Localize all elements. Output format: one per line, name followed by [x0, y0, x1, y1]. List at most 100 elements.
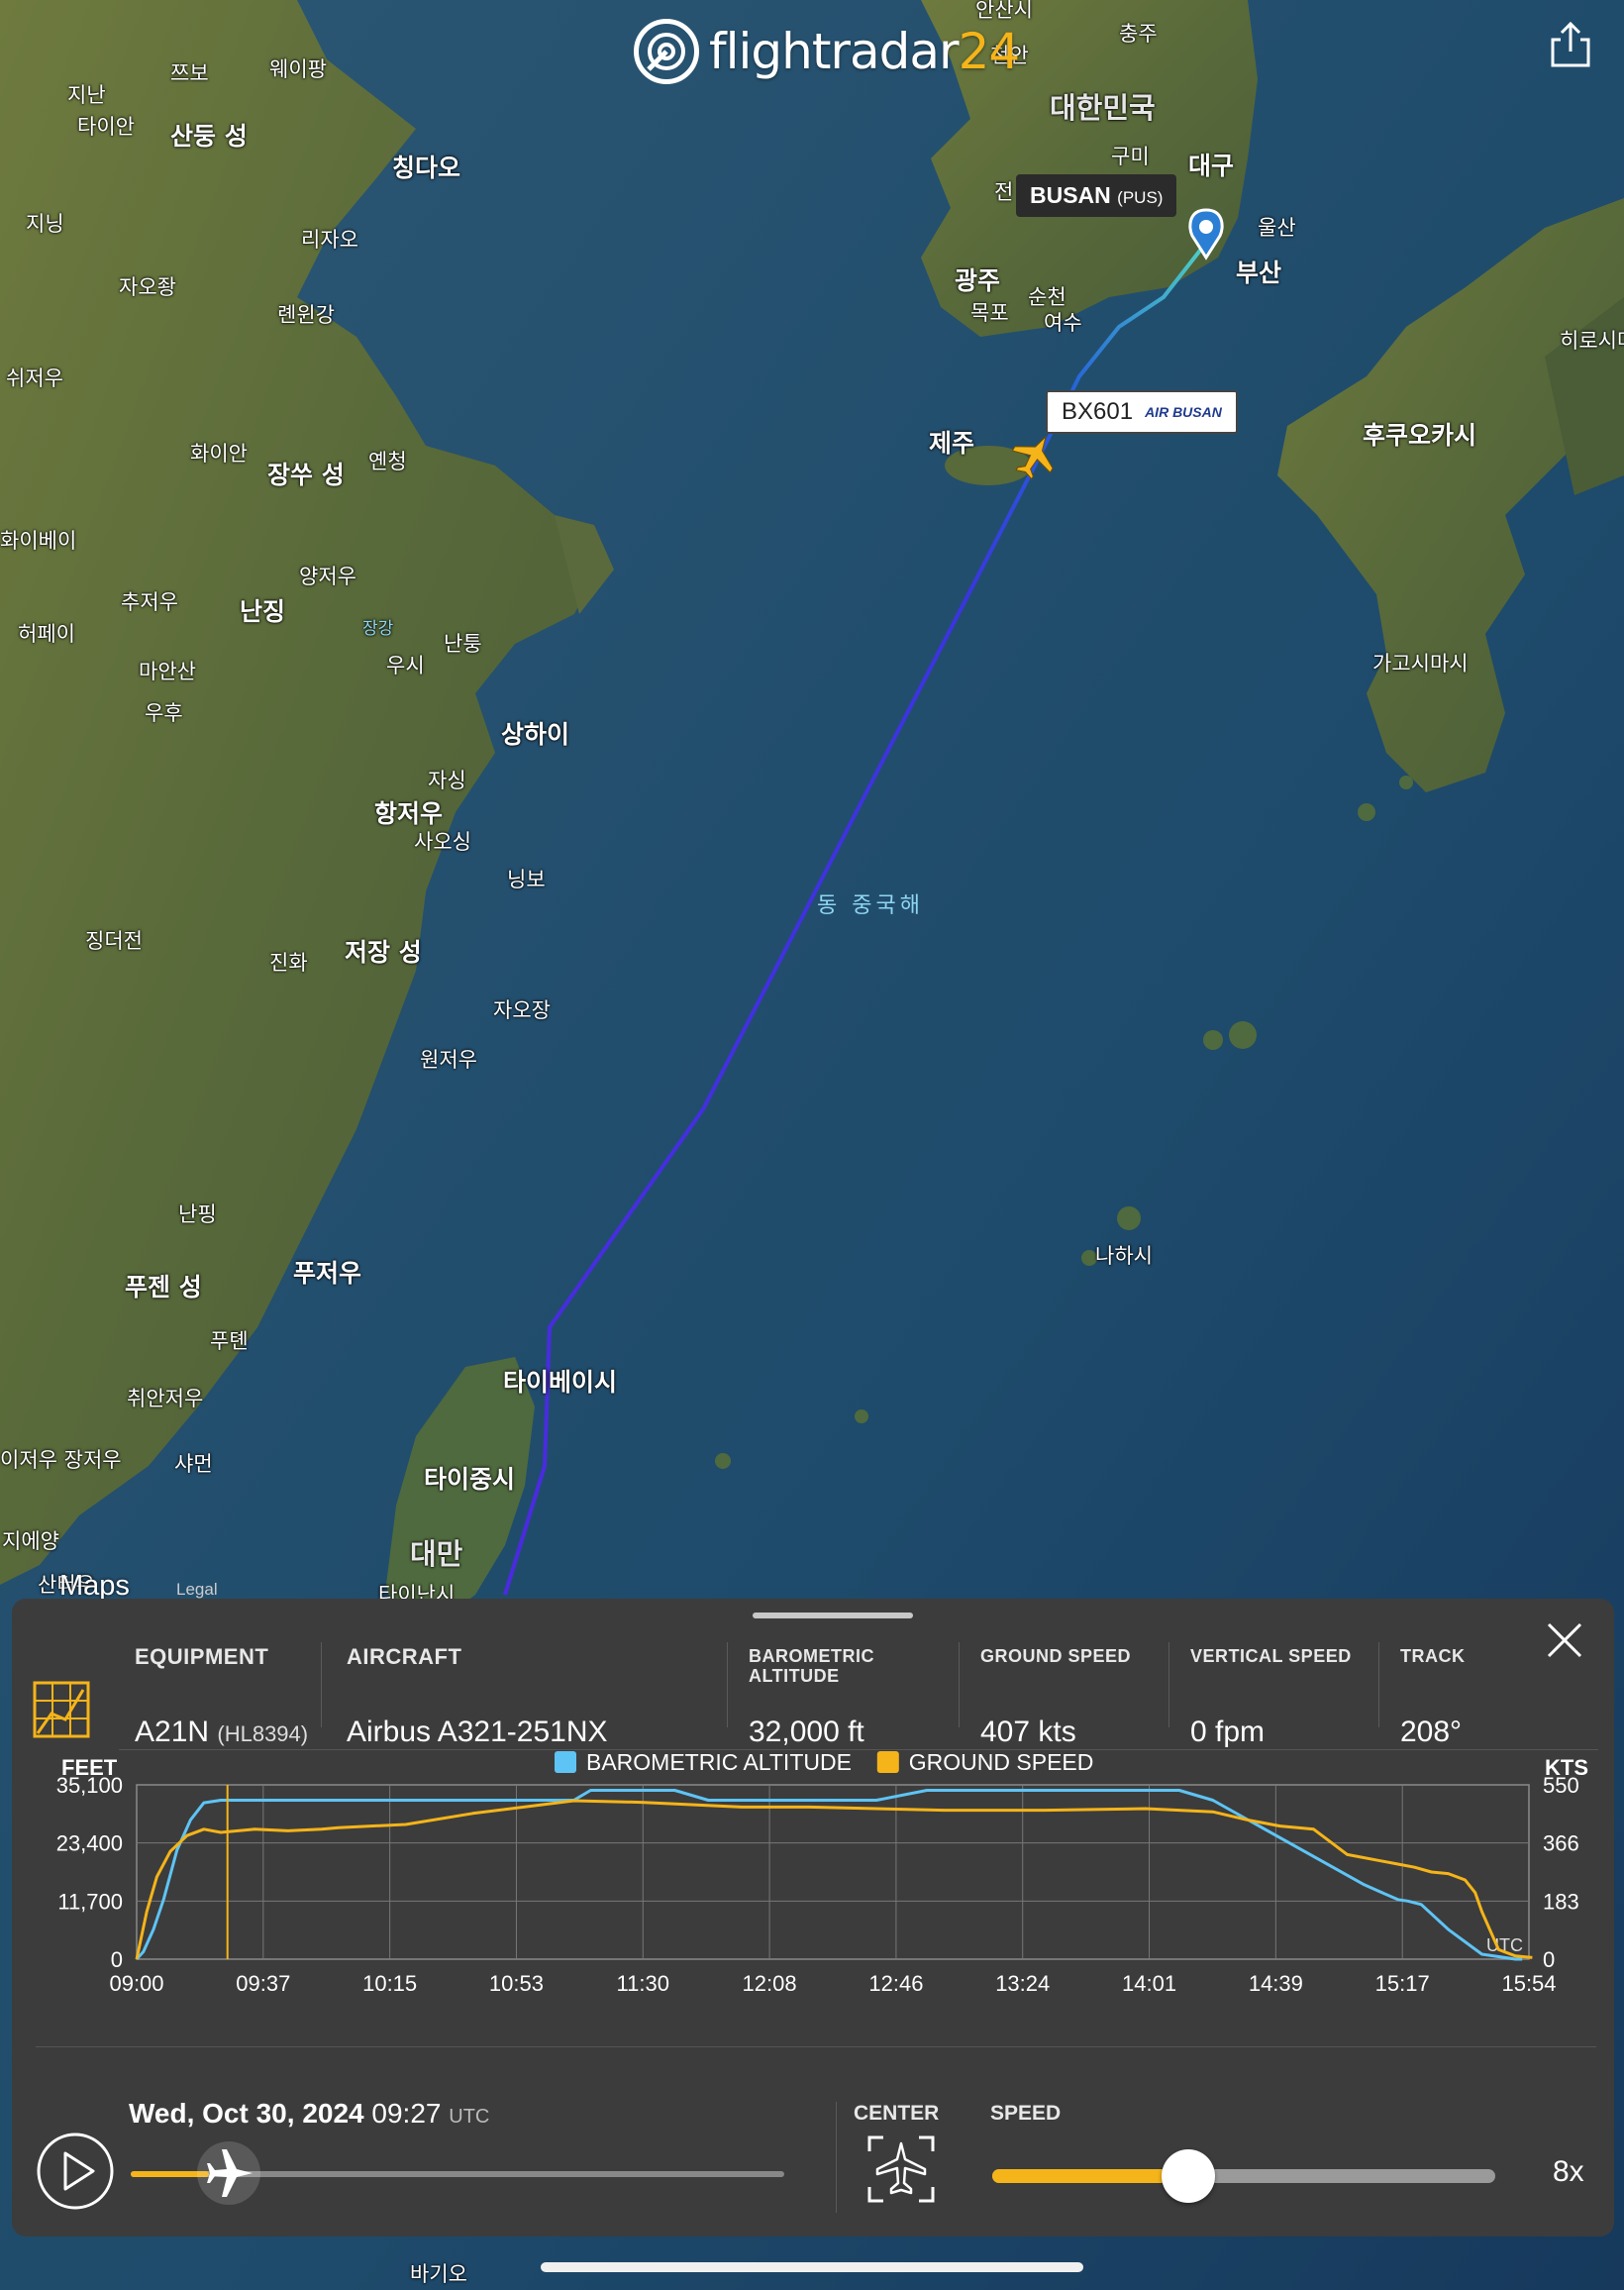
track-value: 208°: [1400, 1716, 1463, 1748]
graph-toggle-button[interactable]: [32, 1680, 91, 1739]
close-button[interactable]: [1543, 1618, 1586, 1662]
map-label: 푸저우: [293, 1259, 362, 1288]
legend-swatch: [876, 1751, 899, 1773]
flight-profile-chart[interactable]: 35,10023,40011,7000550366183009:00 09:37 1…: [12, 1745, 1614, 2042]
play-button[interactable]: [36, 2132, 115, 2211]
origin-airport-code: (PUS): [1117, 188, 1164, 207]
speed-slider[interactable]: [992, 2169, 1495, 2183]
map-label: 목포: [970, 301, 1009, 325]
radar-logo-icon: [634, 19, 699, 84]
map-label: 자싱: [428, 769, 466, 792]
center-label: CENTER: [854, 2102, 940, 2125]
drag-handle[interactable]: [753, 1613, 913, 1618]
track-label: TRACK: [1400, 1646, 1466, 1666]
vertical-speed-info: VERTICAL SPEED 0 fpm: [1190, 1646, 1352, 1748]
map-label: 허페이: [18, 622, 75, 646]
map-label: 대구: [1188, 152, 1235, 180]
map-label: 화이베이: [0, 529, 77, 553]
flight-playback-panel: EQUIPMENT A21N (HL8394) AIRCRAFT Airbus …: [12, 1599, 1614, 2237]
y-right-axis-title: KTS: [1545, 1755, 1588, 1780]
altitude-info: BAROMETRIC ALTITUDE 32,000 ft: [749, 1646, 874, 1748]
ground-speed-info: GROUND SPEED 407 kts: [980, 1646, 1132, 1748]
play-icon: [37, 2133, 114, 2210]
map-label: 우후: [145, 701, 183, 725]
map-label: 원저우: [420, 1048, 477, 1072]
airline-logo: AIR BUSAN: [1145, 404, 1222, 420]
map-label: 지난: [67, 83, 106, 107]
playback-time: 09:27: [371, 2098, 442, 2129]
y-left-tick-label: 11,700: [57, 1889, 123, 1914]
map-label: 난핑: [178, 1202, 217, 1226]
flight-callsign: BX601: [1062, 398, 1134, 425]
flight-callsign-tag[interactable]: BX601 AIR BUSAN: [1046, 390, 1238, 434]
legend-label: GROUND SPEED: [909, 1749, 1094, 1775]
x-tick-label: 14:01: [1122, 1971, 1176, 1996]
map-label: 푸젠 성: [125, 1273, 202, 1301]
map-label: 항저우: [374, 799, 444, 828]
home-indicator[interactable]: [541, 2262, 1083, 2272]
legend-swatch: [555, 1751, 576, 1773]
map-label: 가고시마시: [1372, 652, 1469, 676]
playback-date: Wed, Oct 30, 2024: [129, 2098, 364, 2129]
map-label: 양저우: [299, 565, 356, 588]
ground-speed-value: 407 kts: [980, 1716, 1076, 1748]
map-label: 징더전: [85, 929, 143, 953]
speed-slider-fill: [992, 2169, 1189, 2183]
map-label: 쯔보: [170, 61, 209, 85]
map-label: 상하이: [501, 720, 570, 749]
registration-value: (HL8394): [217, 1721, 309, 1746]
map-label: 타이중시: [424, 1465, 516, 1494]
map-label: 지에양: [2, 1529, 59, 1553]
x-tick-label: 10:15: [362, 1971, 417, 1996]
map-label: 나하시: [1095, 1244, 1153, 1268]
map-label: 바기오: [410, 2262, 467, 2286]
map-label: 웨이팡: [269, 57, 327, 81]
map-label: 화이안: [190, 442, 248, 466]
center-button[interactable]: [865, 2134, 937, 2205]
flightradar24-logo: flightradar24: [634, 16, 1020, 87]
origin-airport-name: BUSAN: [1030, 182, 1111, 208]
aircraft-value: Airbus A321-251NX: [347, 1716, 608, 1748]
vertical-speed-value: 0 fpm: [1190, 1716, 1266, 1748]
ground-speed-label: GROUND SPEED: [980, 1646, 1132, 1666]
map-label-country: 대한민국: [1050, 91, 1156, 125]
legend-label: BAROMETRIC ALTITUDE: [586, 1749, 852, 1775]
map-label-sea: 동 중국해: [817, 893, 924, 918]
origin-airport-tag[interactable]: BUSAN (PUS): [1016, 174, 1177, 217]
map-label: 저장 성: [345, 938, 422, 967]
altitude-series-line: [135, 1789, 1523, 1961]
track-info: TRACK 208°: [1400, 1646, 1466, 1748]
x-tick-label: 15:17: [1375, 1971, 1430, 1996]
logo-text: flightradar: [709, 23, 960, 80]
timeline-scrubber[interactable]: [197, 2141, 261, 2205]
x-tick-label: 13:24: [995, 1971, 1050, 1996]
x-tick-label: 11:30: [617, 1971, 669, 1996]
legal-link[interactable]: Legal: [176, 1580, 218, 1600]
map-label: 타이안: [77, 115, 135, 139]
playback-datetime: Wed, Oct 30, 2024 09:27 UTC: [129, 2098, 489, 2130]
map-label: 광주: [955, 266, 1001, 295]
map-label: 타이베이시: [503, 1368, 618, 1397]
share-button[interactable]: [1545, 20, 1596, 71]
map-label: 후쿠오카시: [1363, 421, 1477, 450]
map-label: 전: [994, 180, 1014, 204]
y-left-tick-label: 0: [111, 1947, 123, 1972]
map-label: 구미: [1111, 145, 1150, 168]
map-label: 산둥 성: [170, 122, 248, 151]
map-label: 옌청: [368, 450, 407, 473]
equipment-value: A21N: [135, 1716, 210, 1748]
x-tick-label: 09:37: [236, 1971, 290, 1996]
map-label: 쉬저우: [6, 366, 63, 390]
x-tick-label: 12:08: [743, 1971, 797, 1996]
map-label: 부산: [1236, 259, 1282, 287]
map-label: 자오좡: [119, 275, 176, 299]
map-label: 우시: [386, 654, 425, 677]
speed-label: SPEED: [990, 2102, 1062, 2125]
aircraft-info: AIRCRAFT Airbus A321-251NX: [347, 1644, 608, 1748]
map-label: 제주: [929, 429, 975, 458]
equipment-label: EQUIPMENT: [135, 1644, 269, 1669]
map-label: 칭다오: [392, 154, 461, 182]
vertical-speed-label: VERTICAL SPEED: [1190, 1646, 1352, 1666]
speed-slider-knob[interactable]: [1162, 2149, 1216, 2203]
y-right-tick-label: 183: [1543, 1889, 1579, 1914]
